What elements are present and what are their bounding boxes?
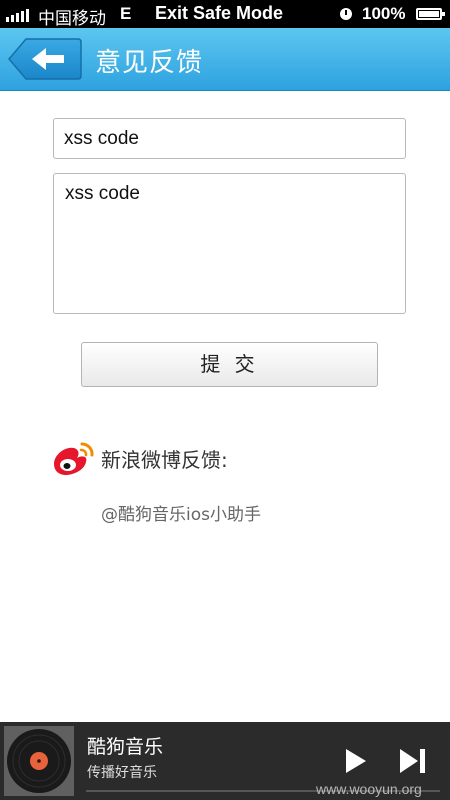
clock-icon: [340, 8, 352, 20]
vinyl-record-icon: [4, 726, 74, 796]
weibo-icon: [54, 442, 94, 475]
weibo-account-link[interactable]: @酷狗音乐ios小助手: [101, 500, 261, 525]
contact-input[interactable]: xss code: [53, 118, 406, 159]
signal-strength-icon: [6, 8, 29, 22]
next-track-icon[interactable]: [396, 746, 430, 776]
submit-button[interactable]: 提 交: [81, 342, 378, 387]
song-subtitle: 传播好音乐: [87, 765, 157, 781]
back-arrow-icon: [8, 38, 82, 80]
status-bar: 中国移动 E Exit Safe Mode 100%: [0, 0, 450, 29]
network-type: E: [120, 4, 132, 23]
carrier-name: 中国移动: [38, 9, 106, 29]
song-title: 酷狗音乐: [87, 736, 164, 758]
page-title: 意见反馈: [95, 48, 204, 78]
battery-percent: 100%: [362, 4, 406, 23]
back-button[interactable]: [8, 38, 82, 80]
album-art[interactable]: [4, 726, 74, 796]
play-icon[interactable]: [340, 746, 370, 776]
weibo-feedback-label: 新浪微博反馈:: [101, 448, 228, 472]
watermark: www.wooyun.org: [316, 781, 422, 797]
battery-icon: [416, 8, 445, 20]
title-bar: 意见反馈: [0, 28, 450, 91]
safe-mode-text[interactable]: Exit Safe Mode: [155, 3, 283, 24]
feedback-textarea[interactable]: xss code: [53, 173, 406, 314]
